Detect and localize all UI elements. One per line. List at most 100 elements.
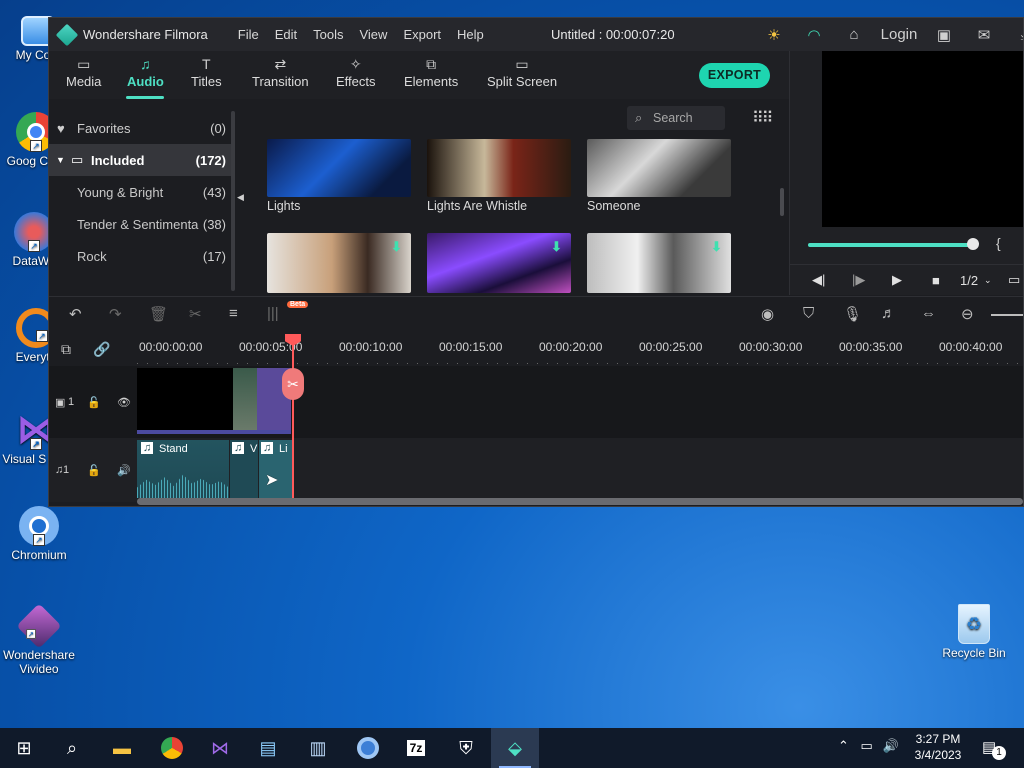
- save-icon[interactable]: ▣: [924, 26, 964, 44]
- link-icon[interactable]: 🔗: [93, 341, 110, 358]
- chevron-up-icon[interactable]: ⌃: [838, 738, 849, 753]
- cut-icon[interactable]: ✂: [189, 305, 202, 323]
- stop-icon[interactable]: ■: [932, 273, 940, 288]
- gift-icon[interactable]: ⌂: [834, 26, 874, 43]
- tab-label: Transition: [252, 74, 309, 89]
- redo-icon[interactable]: ↷: [109, 305, 122, 323]
- download-icon[interactable]: ⤓: [1004, 26, 1023, 43]
- zoom-slider[interactable]: [991, 314, 1023, 316]
- sidebar-item-label: Young & Bright: [77, 184, 164, 200]
- render-icon[interactable]: ◉: [761, 305, 774, 323]
- audio-thumb-someone[interactable]: [587, 139, 731, 197]
- taskbar-visual-studio[interactable]: ⋈: [196, 728, 244, 768]
- taskbar-search[interactable]: ⌕: [48, 728, 96, 768]
- playhead-line[interactable]: [292, 338, 294, 498]
- sidebar-scrollbar[interactable]: [231, 111, 235, 291]
- music-list-icon[interactable]: ♬: [881, 305, 896, 322]
- playhead-knob[interactable]: [967, 238, 979, 250]
- tab-titles[interactable]: T Titles: [191, 56, 222, 99]
- mark-in-icon[interactable]: {: [996, 235, 1001, 251]
- desktop-icon-vivideo[interactable]: ↗ Wondershare Vivideo: [1, 603, 77, 676]
- taskbar-chrome[interactable]: [148, 728, 196, 768]
- library-scrollbar[interactable]: [780, 188, 784, 216]
- collapse-sidebar-icon[interactable]: ◀: [237, 192, 244, 203]
- desktop-icon-chromium[interactable]: ↗ Chromium: [1, 506, 77, 562]
- menu-file[interactable]: File: [230, 27, 267, 42]
- fit-icon[interactable]: ⇔: [921, 305, 936, 322]
- audio-thumb-4[interactable]: ⬇: [267, 233, 411, 293]
- download-icon[interactable]: ⬇: [391, 239, 403, 254]
- sidebar-item-included[interactable]: ▼ ▭ Included (172): [49, 144, 232, 176]
- marker-icon[interactable]: ⛉: [803, 305, 814, 322]
- tab-label: Split Screen: [487, 74, 558, 89]
- tab-effects[interactable]: ✧ Effects: [336, 56, 376, 99]
- video-clip-2[interactable]: [233, 368, 257, 434]
- step-back-icon[interactable]: ◀|: [812, 272, 825, 288]
- tab-media[interactable]: ▭ Media: [66, 56, 101, 99]
- clock[interactable]: 3:27 PM 3/4/2023: [906, 731, 970, 763]
- playback-progress[interactable]: [808, 243, 974, 247]
- tab-audio[interactable]: ♫ Audio: [126, 51, 165, 99]
- audio-thumb-lights[interactable]: [267, 139, 411, 197]
- speaker-icon[interactable]: 🔊: [117, 464, 131, 477]
- split-scissors-icon[interactable]: ✂: [282, 368, 304, 400]
- taskbar-7zip[interactable]: 7z: [392, 728, 440, 768]
- desktop-icon-recycle-bin[interactable]: ♻ Recycle Bin: [936, 604, 1012, 660]
- delete-icon[interactable]: 🗑: [149, 305, 168, 323]
- lightbulb-icon[interactable]: ☀: [754, 26, 794, 44]
- eye-icon[interactable]: 👁: [117, 396, 131, 409]
- taskbar-filmora[interactable]: ⬙: [491, 728, 539, 768]
- tab-split-screen[interactable]: ▭ Split Screen: [487, 56, 557, 99]
- download-icon[interactable]: ⬇: [711, 239, 723, 254]
- notification-button[interactable]: ▤ 1: [982, 738, 1006, 760]
- taskbar-security[interactable]: ⛨: [442, 728, 490, 768]
- lock-icon[interactable]: 🔓: [87, 396, 101, 409]
- preview-ratio[interactable]: 1/2: [960, 273, 978, 288]
- chevron-down-icon[interactable]: ⌄: [984, 275, 992, 286]
- video-clip-1[interactable]: [137, 368, 233, 434]
- login-button[interactable]: Login: [874, 26, 924, 43]
- microphone-icon[interactable]: 🎙: [843, 305, 862, 323]
- taskbar-chromium[interactable]: [344, 728, 392, 768]
- grid-view-icon[interactable]: ⠿⠿: [752, 108, 773, 128]
- sidebar-item-favorites[interactable]: ♥ Favorites (0): [49, 112, 232, 144]
- mail-icon[interactable]: ✉: [964, 26, 1004, 44]
- monitor-icon[interactable]: ▭: [1008, 272, 1020, 288]
- menu-tools[interactable]: Tools: [305, 27, 351, 42]
- sidebar-item-tender-sentimental[interactable]: Tender & Sentimenta (38): [49, 208, 232, 240]
- download-icon[interactable]: ⬇: [551, 239, 563, 254]
- adjust-icon[interactable]: ≡: [229, 305, 238, 322]
- audio-thumb-5[interactable]: ⬇: [427, 233, 571, 293]
- start-button[interactable]: ⊞: [0, 728, 48, 768]
- zoom-out-icon[interactable]: ⊖: [961, 305, 974, 323]
- audio-clip-v[interactable]: ♫ V: [230, 440, 258, 498]
- audio-wave-icon[interactable]: |||: [267, 305, 279, 322]
- sidebar-item-rock[interactable]: Rock (17): [49, 240, 232, 272]
- audio-clip-stand[interactable]: ♫ Stand: [137, 440, 229, 498]
- export-button[interactable]: EXPORT: [699, 63, 770, 88]
- taskbar-app-4[interactable]: ▤: [244, 728, 292, 768]
- taskbar-app-5[interactable]: ▥: [294, 728, 342, 768]
- audio-thumb-lights-are-whistle[interactable]: [427, 139, 571, 197]
- menu-view[interactable]: View: [351, 27, 395, 42]
- headset-icon[interactable]: ◠: [794, 26, 834, 44]
- undo-icon[interactable]: ↶: [69, 305, 82, 323]
- tab-transition[interactable]: ⇄ Transition: [252, 56, 309, 99]
- add-track-icon[interactable]: ⧉: [61, 341, 71, 358]
- step-forward-icon[interactable]: |▶: [852, 272, 865, 288]
- audio-thumb-6[interactable]: ⬇: [587, 233, 731, 293]
- menu-edit[interactable]: Edit: [267, 27, 305, 42]
- timeline-scrollbar[interactable]: [137, 498, 1023, 505]
- menu-help[interactable]: Help: [449, 27, 492, 42]
- volume-icon[interactable]: 🔊: [882, 738, 898, 753]
- search-input[interactable]: ⌕ Search: [627, 106, 725, 130]
- tab-elements[interactable]: ⧉ Elements: [404, 56, 458, 99]
- preview-screen: [822, 51, 1023, 227]
- taskbar-file-explorer[interactable]: ▬: [98, 728, 146, 768]
- timeline-ruler[interactable]: ⧉ 🔗 00:00:00:00 00:00:05:00 00:00:10:00 …: [49, 332, 1023, 366]
- lock-icon[interactable]: 🔓: [87, 464, 101, 477]
- sidebar-item-young-bright[interactable]: Young & Bright (43): [49, 176, 232, 208]
- play-icon[interactable]: ▶: [892, 272, 902, 288]
- menu-export[interactable]: Export: [395, 27, 449, 42]
- network-icon[interactable]: ▭: [861, 738, 873, 753]
